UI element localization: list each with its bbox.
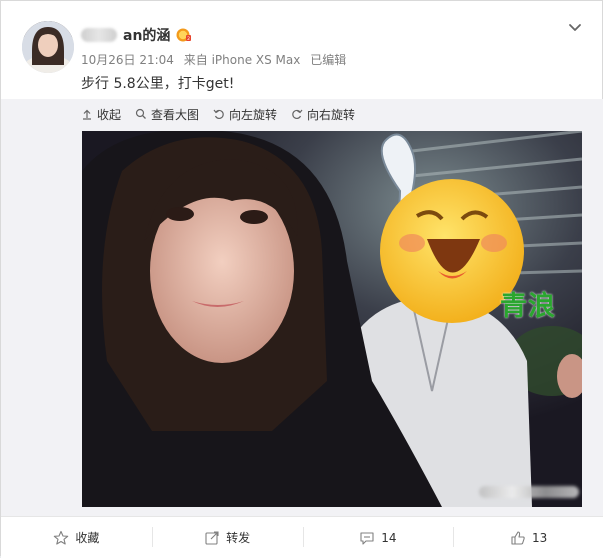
rotate-left-button[interactable]: 向左旋转 xyxy=(213,105,277,123)
avatar[interactable] xyxy=(22,21,74,73)
avatar-image xyxy=(22,21,74,73)
star-icon xyxy=(54,530,69,545)
vip-badge-icon[interactable]: 2 xyxy=(176,27,192,43)
post-photo[interactable]: 青浪 xyxy=(82,131,582,507)
rotate-right-button[interactable]: 向右旋转 xyxy=(291,105,355,123)
sticker-text: 青浪 xyxy=(500,291,556,322)
post-meta: 10月26日 21:04 来自 iPhone XS Max 已编辑 xyxy=(81,51,352,68)
like-count: 13 xyxy=(531,530,548,545)
post-date[interactable]: 10月26日 21:04 xyxy=(81,53,174,67)
favorite-label: 收藏 xyxy=(75,531,100,545)
weibo-post-card: an的涵 2 10月26日 21:04 来自 iPhone XS Max 已编辑… xyxy=(0,0,603,558)
name-redaction xyxy=(81,28,117,42)
magnifier-icon xyxy=(135,108,146,119)
author-row: an的涵 2 xyxy=(81,25,192,45)
collapse-label: 收起 xyxy=(97,107,122,122)
rotate-right-label: 向右旋转 xyxy=(307,107,356,122)
action-bar: 收藏 转发 14 13 xyxy=(1,516,603,558)
view-large-label: 查看大图 xyxy=(151,107,200,122)
view-large-button[interactable]: 查看大图 xyxy=(135,105,199,123)
collapse-button[interactable]: 收起 xyxy=(81,105,121,123)
comment-icon xyxy=(360,531,374,545)
media-panel: 收起 查看大图 向左旋转 向右旋转 青浪 xyxy=(1,99,603,516)
chevron-down-icon[interactable] xyxy=(567,19,583,35)
comment-button[interactable]: 14 xyxy=(302,517,454,558)
watermark-redaction xyxy=(479,486,579,498)
edited-label[interactable]: 已编辑 xyxy=(310,53,346,67)
media-toolbar: 收起 查看大图 向左旋转 向右旋转 xyxy=(81,105,355,123)
collapse-up-icon xyxy=(83,109,91,120)
rotate-left-icon xyxy=(213,109,224,120)
repost-icon xyxy=(205,530,219,545)
comment-count: 14 xyxy=(381,530,397,545)
post-text: 步行 5.8公里，打卡get! xyxy=(81,76,235,92)
svg-text:2: 2 xyxy=(187,36,190,42)
repost-label: 转发 xyxy=(226,531,251,545)
repost-button[interactable]: 转发 xyxy=(151,517,303,558)
author-name[interactable]: an的涵 xyxy=(123,25,170,45)
post-source[interactable]: 来自 iPhone XS Max xyxy=(184,53,301,67)
like-button[interactable]: 13 xyxy=(453,517,603,558)
favorite-button[interactable]: 收藏 xyxy=(1,517,152,558)
rotate-left-label: 向左旋转 xyxy=(229,107,278,122)
rotate-right-icon xyxy=(292,109,303,120)
thumb-up-icon xyxy=(511,530,525,545)
